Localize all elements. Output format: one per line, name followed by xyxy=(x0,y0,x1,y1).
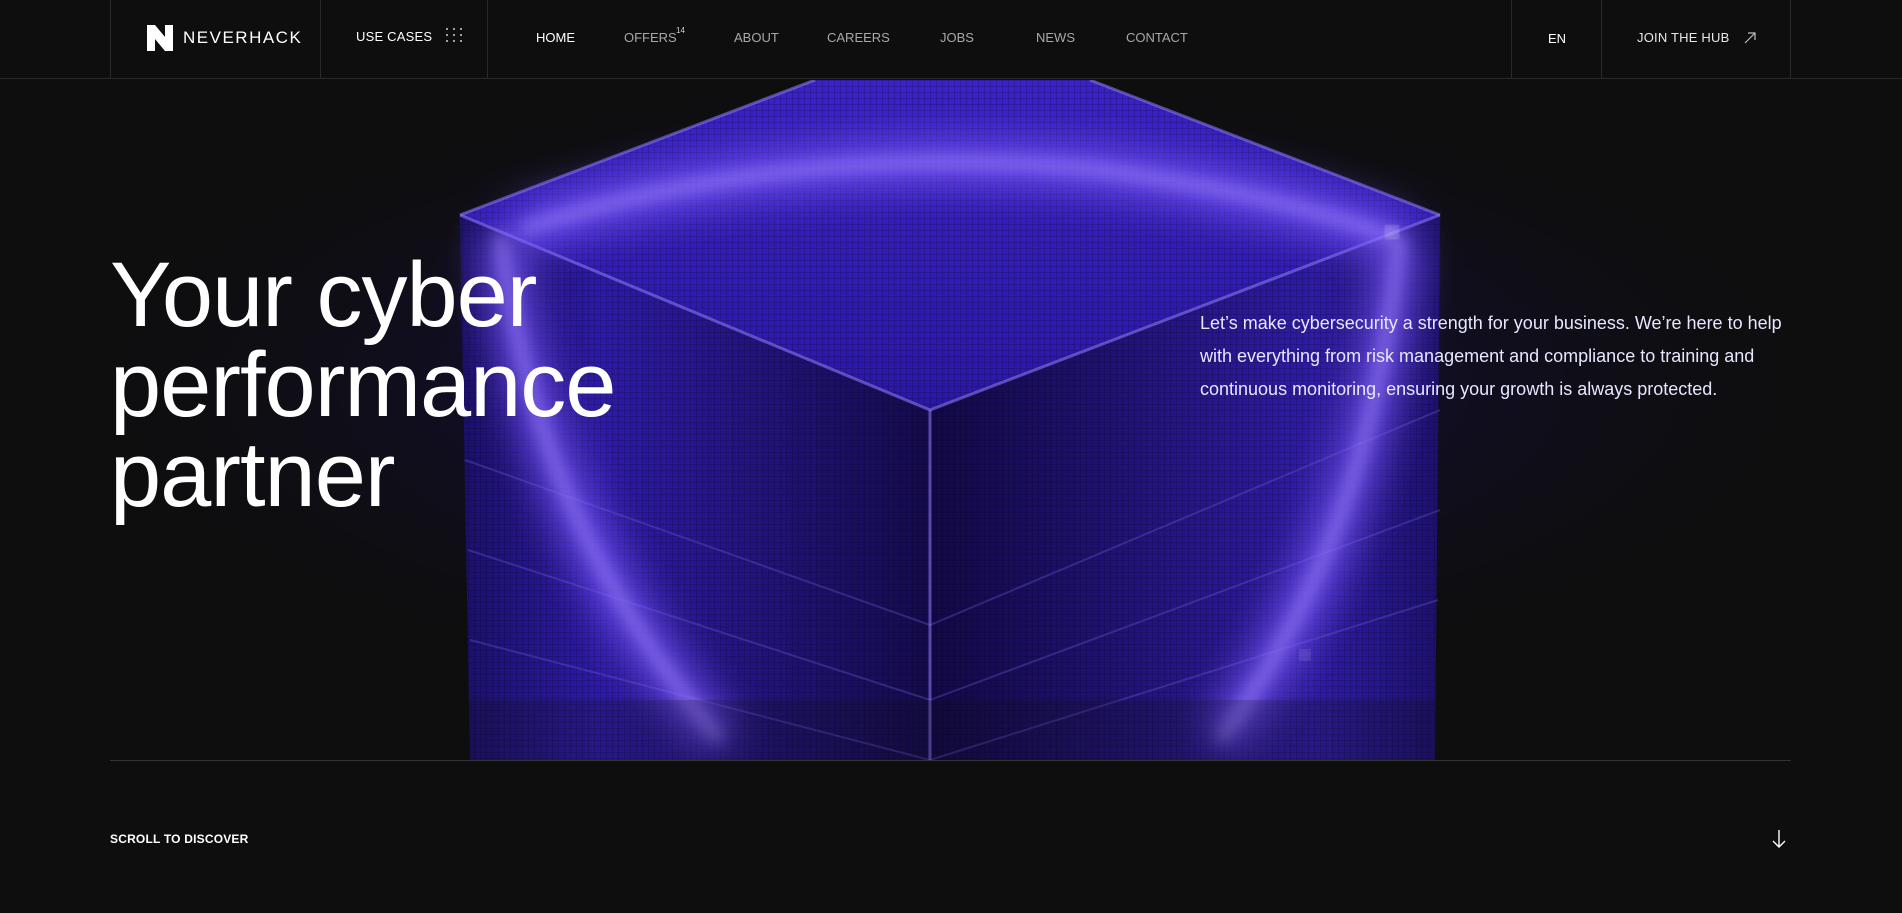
hero-intro-text: Let’s make cybersecurity a strength for … xyxy=(1200,313,1782,399)
offers-count-badge: 14 xyxy=(676,26,685,35)
neverhack-logo-icon xyxy=(147,25,173,51)
join-the-hub-label: JOIN THE HUB xyxy=(1637,30,1730,45)
nav-contact[interactable]: CONTACT xyxy=(1126,30,1188,45)
scroll-to-discover-label[interactable]: SCROLL TO DISCOVER xyxy=(110,832,249,846)
nav-news[interactable]: NEWS xyxy=(1036,30,1075,45)
header-divider xyxy=(1601,0,1602,79)
use-cases-button[interactable]: USE CASES xyxy=(356,28,463,44)
header-divider xyxy=(1511,0,1512,79)
header-divider xyxy=(320,0,321,79)
header-divider xyxy=(1790,0,1791,79)
language-switcher[interactable]: EN xyxy=(1548,31,1566,46)
header-divider xyxy=(110,0,111,79)
dots-grid-icon xyxy=(446,28,463,44)
brand-name: NEVERHACK xyxy=(183,28,303,47)
nav-home[interactable]: HOME xyxy=(536,30,575,45)
nav-offers[interactable]: OFFERS 14 xyxy=(624,26,685,45)
site-header: NEVERHACK USE CASES HOME OFFERS 14 ABOUT… xyxy=(0,0,1902,79)
headline-line: Your cyber xyxy=(110,244,537,346)
nav-offers-label: OFFERS xyxy=(624,30,677,45)
header-divider xyxy=(487,0,488,79)
home-logo-link[interactable]: NEVERHACK xyxy=(147,24,302,52)
arrow-up-right-icon xyxy=(1745,31,1757,43)
use-cases-label: USE CASES xyxy=(356,28,433,44)
nav-careers[interactable]: CAREERS xyxy=(827,30,890,45)
nav-jobs[interactable]: JOBS xyxy=(940,30,974,45)
headline-line: performance xyxy=(110,334,616,436)
nav-about[interactable]: ABOUT xyxy=(734,30,779,45)
arrow-down-icon[interactable] xyxy=(1772,829,1786,849)
join-the-hub-link[interactable]: JOIN THE HUB xyxy=(1637,30,1757,45)
hero-headline: Your cyber performance partner xyxy=(110,244,750,526)
headline-line: partner xyxy=(110,424,396,526)
section-divider xyxy=(110,760,1791,761)
